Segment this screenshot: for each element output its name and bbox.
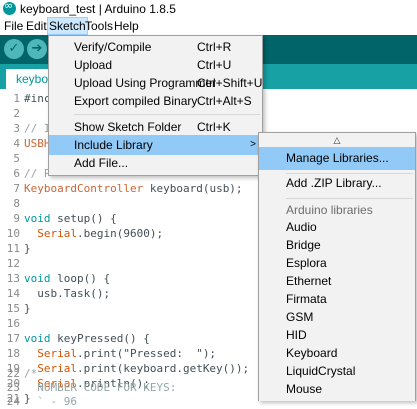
code-line: 2 (13, 107, 20, 120)
title-bar: keyboard_test | Arduino 1.8.5 (0, 0, 417, 17)
code-line: 3// I (13, 122, 51, 135)
code-line: 13 void loop() { (6, 272, 111, 285)
menu-separator (74, 114, 260, 115)
code-line: 7 KeyboardController keyboard(usb); (13, 182, 243, 195)
code-line: 16 (6, 317, 20, 330)
menu-item-include-library[interactable]: Include Library > (49, 135, 262, 155)
code-line: 23 NUMBER CODE FOR KEYS: (6, 381, 177, 394)
code-line: 15} (6, 302, 31, 315)
menu-item-add-file[interactable]: Add File... (49, 153, 262, 173)
code-line: 17 void keyPressed() { (6, 332, 150, 345)
code-line: 11} (6, 242, 31, 255)
sketch-menu: Verify/Compile Ctrl+R Upload Ctrl+U Uplo… (48, 35, 263, 176)
verify-button[interactable]: ✓ (4, 39, 24, 59)
menu-item-show-folder[interactable]: Show Sketch Folder Ctrl+K (49, 117, 262, 137)
menu-item-export-binary[interactable]: Export compiled Binary Ctrl+Alt+S (49, 91, 262, 111)
code-line: 4 USBH (13, 137, 51, 150)
code-line: 24 ` - 96 (6, 395, 77, 408)
menu-item-upload[interactable]: Upload Ctrl+U (49, 55, 262, 75)
menu-item-verify[interactable]: Verify/Compile Ctrl+R (49, 37, 262, 57)
code-line: 10 Serial.begin(9600); (6, 227, 164, 240)
menu-edit[interactable]: Edit (25, 18, 48, 34)
code-line: 18 Serial.print("Pressed: "); (6, 347, 217, 360)
window-title: keyboard_test | Arduino 1.8.5 (20, 2, 176, 16)
code-line: 19 Serial.print(keyboard.getKey()); (6, 362, 250, 375)
library-item-mouse[interactable]: Mouse (259, 378, 415, 401)
code-line: 5 (13, 152, 20, 165)
menu-file[interactable]: File (3, 18, 24, 34)
menu-help[interactable]: Help (113, 18, 140, 34)
menu-tools[interactable]: Tools (84, 18, 114, 34)
arduino-logo-icon (3, 0, 16, 15)
include-library-submenu: △ Manage Libraries... Add .ZIP Library..… (258, 132, 416, 401)
menu-item-manage-libraries[interactable]: Manage Libraries... (259, 147, 415, 170)
code-line: 14 usb.Task(); (6, 287, 111, 300)
scroll-up-icon[interactable]: △ (259, 135, 415, 147)
menu-item-add-zip-library[interactable]: Add .ZIP Library... (259, 172, 415, 195)
code-line: 12 (6, 257, 20, 270)
menu-sketch[interactable]: Sketch (47, 17, 88, 35)
code-line: 22/* (6, 367, 38, 380)
code-line: 1 #inc (13, 92, 51, 105)
menu-item-upload-programmer[interactable]: Upload Using Programmer Ctrl+Shift+U (49, 73, 262, 93)
code-line: 6// P (13, 167, 51, 180)
upload-button[interactable]: ➔ (27, 39, 47, 59)
submenu-arrow-icon: > (250, 139, 256, 150)
menu-bar: File Edit Sketch Tools Help (0, 17, 417, 35)
code-line: 8 (13, 197, 20, 210)
code-line: 9 void setup() { (13, 212, 117, 225)
